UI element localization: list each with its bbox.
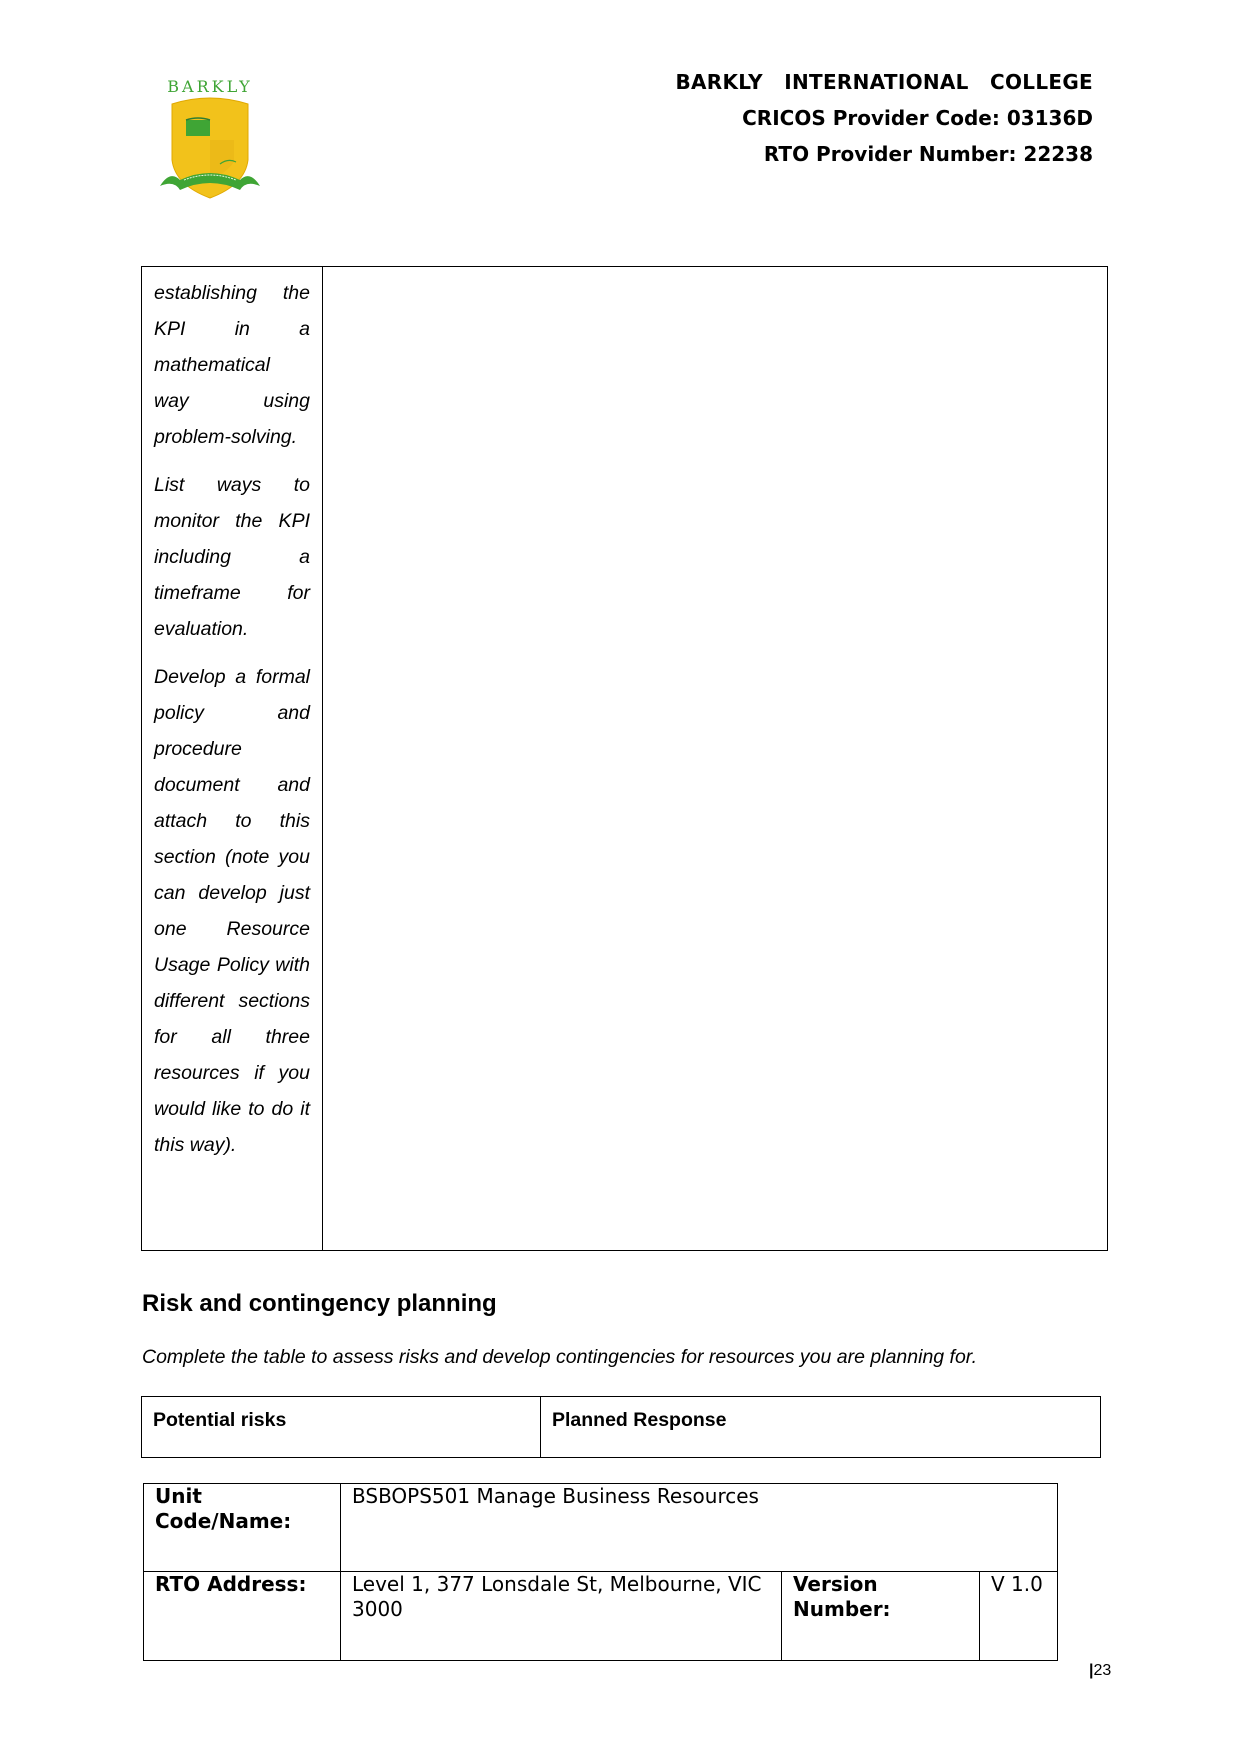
instruction-develop-policy: Develop a formal policy and procedure do…: [154, 666, 310, 1156]
rto-number: RTO Provider Number: 22238: [763, 142, 1093, 166]
instruction-kpi-math: establishing the KPI in a mathematical w…: [154, 282, 310, 448]
column-label: Planned Response: [552, 1409, 727, 1431]
unit-code-value: BSBOPS501 Manage Business Resources: [341, 1484, 1057, 1572]
cricos-code: CRICOS Provider Code: 03136D: [742, 106, 1093, 130]
instruction-cell: establishing the KPI in a mathematical w…: [142, 267, 323, 1250]
unit-code-label: Unit Code/Name:: [144, 1484, 341, 1572]
response-cell[interactable]: [323, 267, 1107, 1250]
logo-text: BARKLY: [167, 77, 252, 96]
book-icon: [186, 120, 210, 136]
rto-address-value: Level 1, 377 Lonsdale St, Melbourne, VIC…: [341, 1572, 782, 1660]
college-name: BARKLY INTERNATIONAL COLLEGE: [675, 70, 1093, 94]
page-number-value: 23: [1093, 1662, 1112, 1679]
crest-icon: BARKLY: [160, 77, 260, 199]
college-logo: BARKLY: [150, 70, 270, 210]
rto-address-label: RTO Address:: [144, 1572, 341, 1660]
kpi-policy-table: establishing the KPI in a mathematical w…: [141, 266, 1108, 1251]
page-number: |23: [1089, 1662, 1111, 1680]
section-heading: Risk and contingency planning: [142, 1290, 497, 1317]
version-number-value: V 1.0: [991, 1572, 1043, 1596]
header-planned-response: Planned Response: [541, 1397, 1100, 1481]
version-number-label: Version Number:: [782, 1572, 980, 1660]
column-label: Potential risks: [153, 1409, 287, 1431]
header-potential-risks: Potential risks: [142, 1397, 541, 1457]
risk-table: Potential risks Planned Response: [141, 1396, 1101, 1458]
footer-info-table: Unit Code/Name: BSBOPS501 Manage Busines…: [143, 1483, 1058, 1661]
instruction-monitor-kpi: List ways to monitor the KPI including a…: [154, 474, 310, 640]
section-description: Complete the table to assess risks and d…: [142, 1346, 977, 1368]
